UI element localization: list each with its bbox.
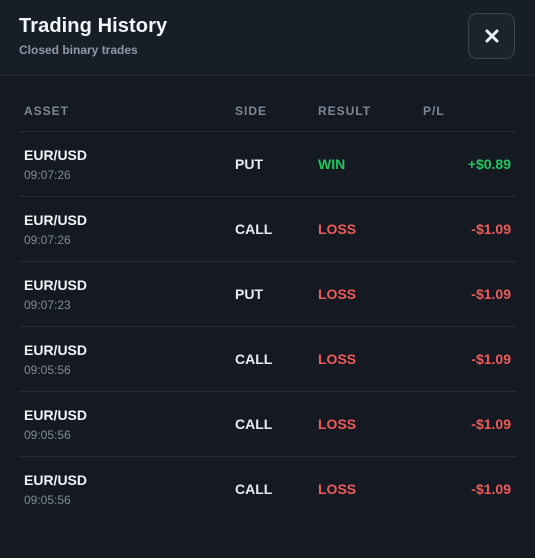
table-row: EUR/USD 09:07:23 PUT LOSS -$1.09 <box>19 262 516 327</box>
trade-time: 09:07:26 <box>24 233 71 247</box>
table-row: EUR/USD 09:05:56 CALL LOSS -$1.09 <box>19 327 516 392</box>
panel-subtitle: Closed binary trades <box>19 43 138 57</box>
trade-time: 09:07:26 <box>24 168 71 182</box>
trade-pl: -$1.09 <box>471 286 511 302</box>
trade-side: CALL <box>235 481 273 497</box>
trade-time: 09:05:56 <box>24 363 71 377</box>
trade-pl: -$1.09 <box>471 221 511 237</box>
trade-side: CALL <box>235 221 273 237</box>
trade-side: PUT <box>235 156 263 172</box>
column-header-pl: P/L <box>423 104 445 118</box>
asset-name: EUR/USD <box>24 472 88 488</box>
table-row: EUR/USD 09:05:56 CALL LOSS -$1.09 <box>19 457 516 522</box>
trading-history-panel: Trading History Closed binary trades ASS… <box>0 0 535 558</box>
trade-pl: -$1.09 <box>471 351 511 367</box>
asset-name: EUR/USD <box>24 407 88 423</box>
asset-name: EUR/USD <box>24 277 88 293</box>
asset-name: EUR/USD <box>24 212 88 228</box>
trade-pl: -$1.09 <box>471 416 511 432</box>
trade-time: 09:05:56 <box>24 428 71 442</box>
table-body: EUR/USD 09:07:26 PUT WIN +$0.89 EUR/USD 09:07:… <box>19 132 516 522</box>
column-header-side: SIDE <box>235 104 268 118</box>
trades-table: ASSET SIDE RESULT P/L EUR/USD 09:07:26 PUT… <box>19 86 516 522</box>
table-row: EUR/USD 09:05:56 CALL LOSS -$1.09 <box>19 392 516 457</box>
trade-side: CALL <box>235 351 273 367</box>
trade-result: LOSS <box>318 221 357 237</box>
column-header-result: RESULT <box>318 104 372 118</box>
table-row: EUR/USD 09:07:26 PUT WIN +$0.89 <box>19 132 516 197</box>
column-header-asset: ASSET <box>24 104 70 118</box>
trade-side: PUT <box>235 286 263 302</box>
trade-result: LOSS <box>318 351 357 367</box>
table-row: EUR/USD 09:07:26 CALL LOSS -$1.09 <box>19 197 516 262</box>
trade-side: CALL <box>235 416 273 432</box>
trade-result: LOSS <box>318 481 357 497</box>
trade-time: 09:05:56 <box>24 493 71 507</box>
table-header: ASSET SIDE RESULT P/L <box>19 86 516 132</box>
close-icon <box>485 29 498 43</box>
trade-result: WIN <box>318 156 346 172</box>
trade-pl: -$1.09 <box>471 481 511 497</box>
trade-result: LOSS <box>318 416 357 432</box>
trade-pl: +$0.89 <box>467 156 511 172</box>
panel-header: Trading History Closed binary trades <box>0 0 535 76</box>
asset-name: EUR/USD <box>24 147 88 163</box>
trade-time: 09:07:23 <box>24 298 71 312</box>
asset-name: EUR/USD <box>24 342 88 358</box>
panel-title: Trading History <box>19 15 168 37</box>
trade-result: LOSS <box>318 286 357 302</box>
close-button[interactable] <box>468 13 515 59</box>
